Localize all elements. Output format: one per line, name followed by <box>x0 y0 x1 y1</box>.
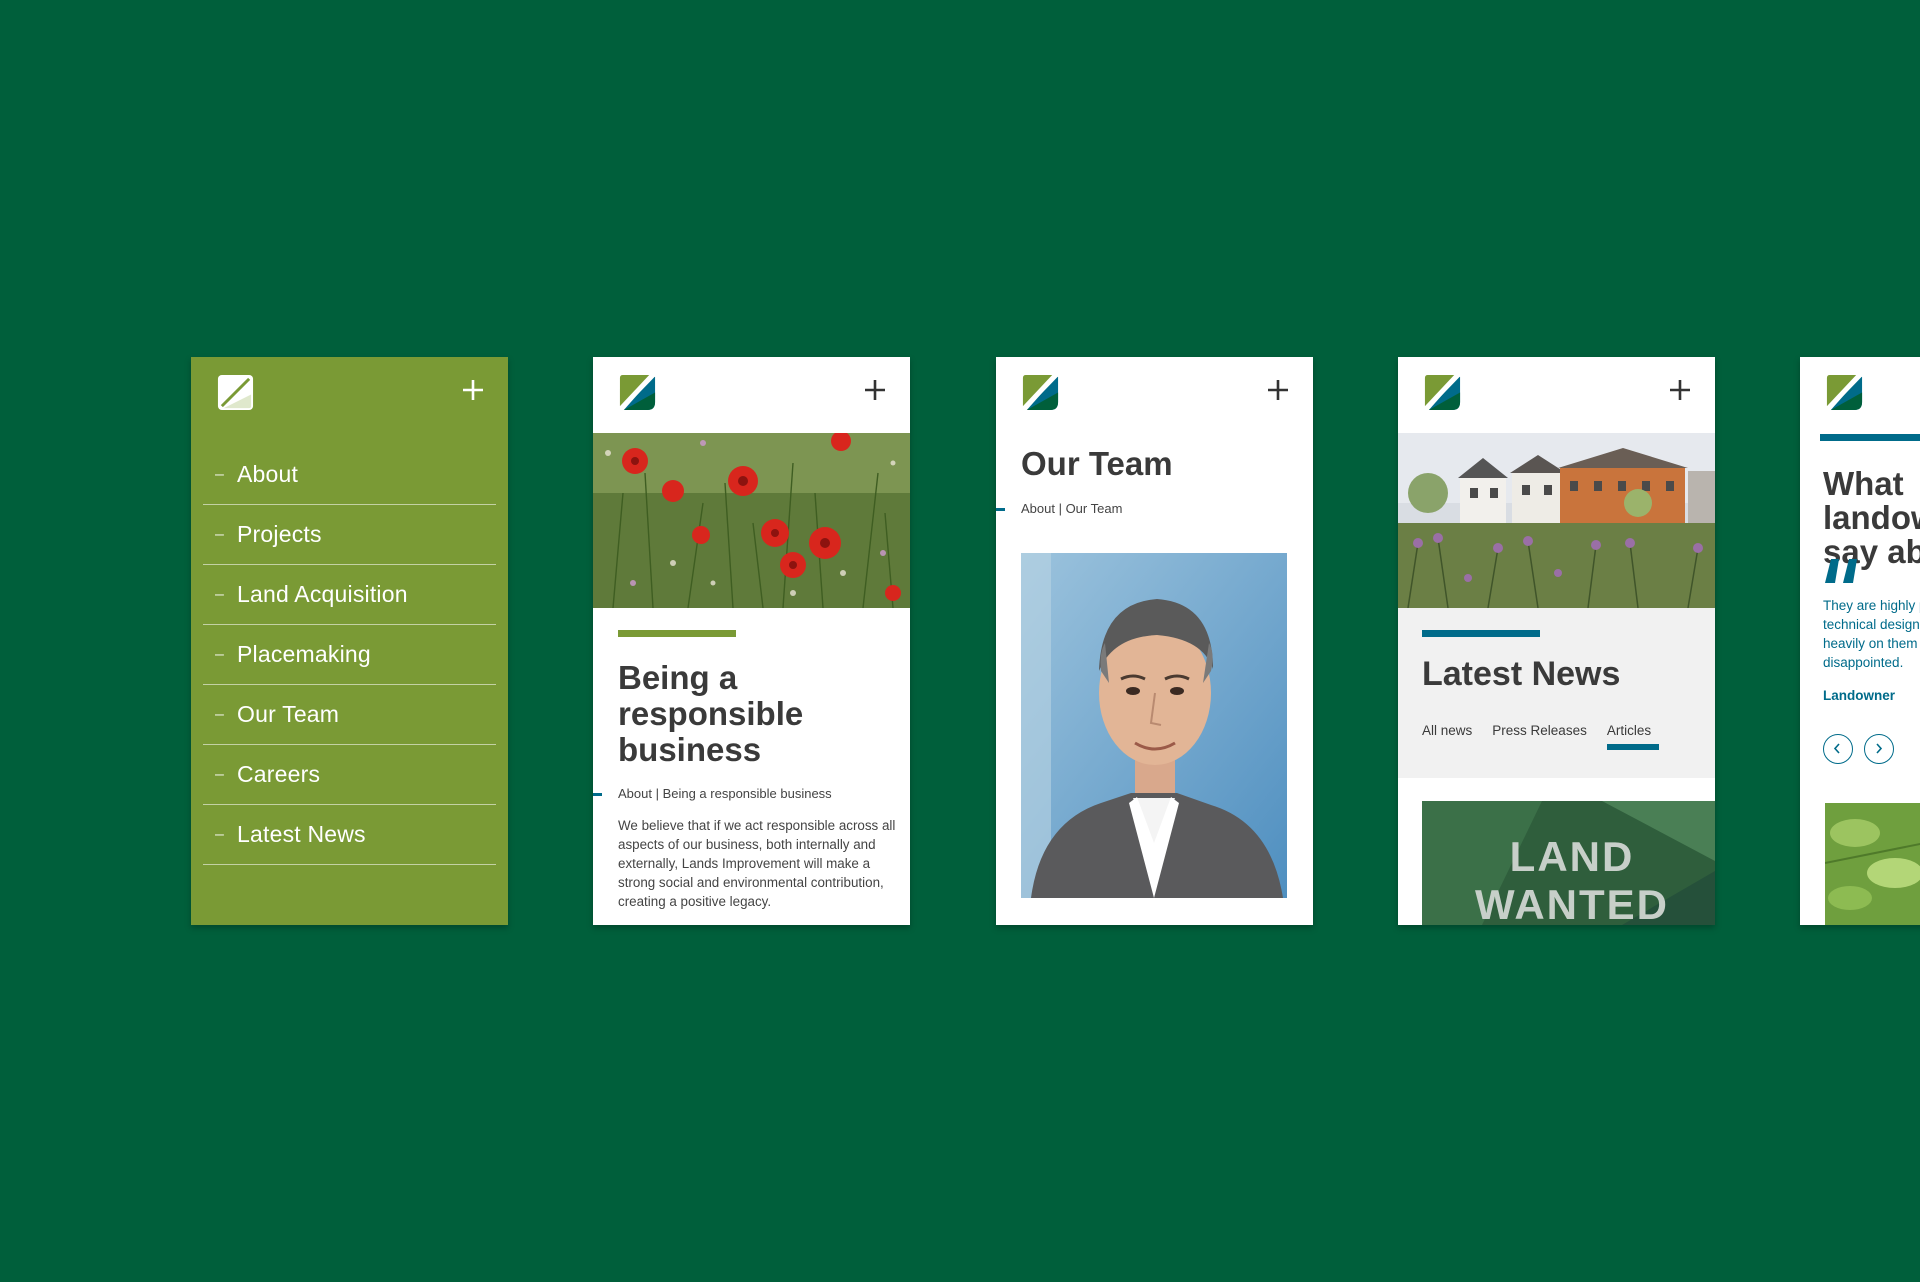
nav-item-our-team[interactable]: – Our Team <box>203 685 496 745</box>
nav-item-label: Placemaking <box>237 641 371 667</box>
breadcrumb-marker <box>996 508 1005 511</box>
showcase-stage: – About – Projects – Land Acquisition – Plac… <box>0 0 1920 1282</box>
plus-icon[interactable] <box>1668 378 1692 402</box>
testimonial-author: Landowner <box>1823 688 1896 703</box>
testimonial-quote: They are highly professional, their tech… <box>1823 598 1920 670</box>
nav-item-label: Careers <box>237 761 321 787</box>
dash-icon: – <box>215 825 224 843</box>
page-title: Our Team <box>1021 445 1173 482</box>
breadcrumb[interactable]: About | Our Team <box>1021 501 1122 516</box>
tab-articles[interactable]: Articles <box>1606 723 1660 750</box>
plus-icon[interactable] <box>863 378 887 402</box>
menu-header <box>191 357 508 433</box>
leaf-logo-icon[interactable] <box>1825 373 1864 412</box>
nav-item-label: About <box>237 461 299 487</box>
nav-item-label: Land Acquisition <box>237 581 408 607</box>
nav-item-label: Our Team <box>237 701 340 727</box>
dash-icon: – <box>215 645 224 663</box>
nav-item-land-acquisition[interactable]: – Land Acquisition <box>203 565 496 625</box>
wildflower-hero-image <box>593 433 910 608</box>
leaf-logo-icon[interactable] <box>216 373 255 412</box>
testimonial-screen: What landowners say about us They are hi… <box>1800 357 1920 925</box>
main-nav: – About – Projects – Land Acquisition – Plac… <box>203 445 496 865</box>
plus-icon[interactable] <box>1266 378 1290 402</box>
dash-icon: – <box>215 765 224 783</box>
dash-icon: – <box>215 585 224 603</box>
news-article-image[interactable]: LAND WANTED <box>1422 801 1715 925</box>
nav-item-careers[interactable]: – Careers <box>203 745 496 805</box>
responsible-business-screen: Being a responsible business About | Bei… <box>593 357 910 925</box>
leaf-logo-icon[interactable] <box>1423 373 1462 412</box>
accent-bar <box>1422 630 1540 637</box>
site-header <box>996 357 1313 433</box>
accent-bar <box>618 630 736 637</box>
breadcrumb-marker <box>593 793 602 796</box>
page-title: What landowners say about us <box>1823 465 1920 570</box>
dash-icon: – <box>215 525 224 543</box>
prev-button[interactable] <box>1823 734 1853 764</box>
latest-news-screen: Latest News All news Press Releases Arti… <box>1398 357 1715 925</box>
dash-icon: – <box>215 465 224 483</box>
news-image-text-line-1: LAND <box>1510 833 1635 880</box>
nav-item-label: Latest News <box>237 821 366 847</box>
leaf-logo-icon[interactable] <box>1021 373 1060 412</box>
news-image-text-line-2: WANTED <box>1475 881 1669 925</box>
nav-item-label: Projects <box>237 521 322 547</box>
site-header <box>593 357 910 433</box>
nav-item-about[interactable]: – About <box>203 445 496 505</box>
team-member-portrait[interactable] <box>1021 553 1287 898</box>
nav-item-latest-news[interactable]: – Latest News <box>203 805 496 865</box>
quote-mark-icon <box>1825 559 1857 583</box>
menu-screen: – About – Projects – Land Acquisition – Plac… <box>191 357 508 925</box>
site-header <box>1800 357 1920 433</box>
intro-paragraph: We believe that if we act responsible ac… <box>618 818 896 909</box>
our-team-screen: Our Team About | Our Team <box>996 357 1313 925</box>
housing-development-hero-image <box>1398 433 1715 608</box>
page-title: Being a responsible business <box>618 659 804 768</box>
leaf-logo-icon[interactable] <box>618 373 657 412</box>
foliage-image <box>1825 803 1920 925</box>
site-header <box>1398 357 1715 433</box>
news-filter-tabs: All news Press Releases Articles <box>1422 723 1660 750</box>
chevron-right-icon <box>1876 743 1883 754</box>
chevron-left-icon <box>1833 743 1840 754</box>
nav-item-projects[interactable]: – Projects <box>203 505 496 565</box>
accent-bar <box>1820 434 1920 441</box>
page-title: Latest News <box>1422 655 1621 693</box>
plus-icon[interactable] <box>461 378 485 402</box>
dash-icon: – <box>215 705 224 723</box>
tab-all-news[interactable]: All news <box>1422 723 1472 750</box>
next-button[interactable] <box>1864 734 1894 764</box>
tab-press-releases[interactable]: Press Releases <box>1492 723 1587 750</box>
nav-item-placemaking[interactable]: – Placemaking <box>203 625 496 685</box>
breadcrumb[interactable]: About | Being a responsible business <box>618 786 832 801</box>
